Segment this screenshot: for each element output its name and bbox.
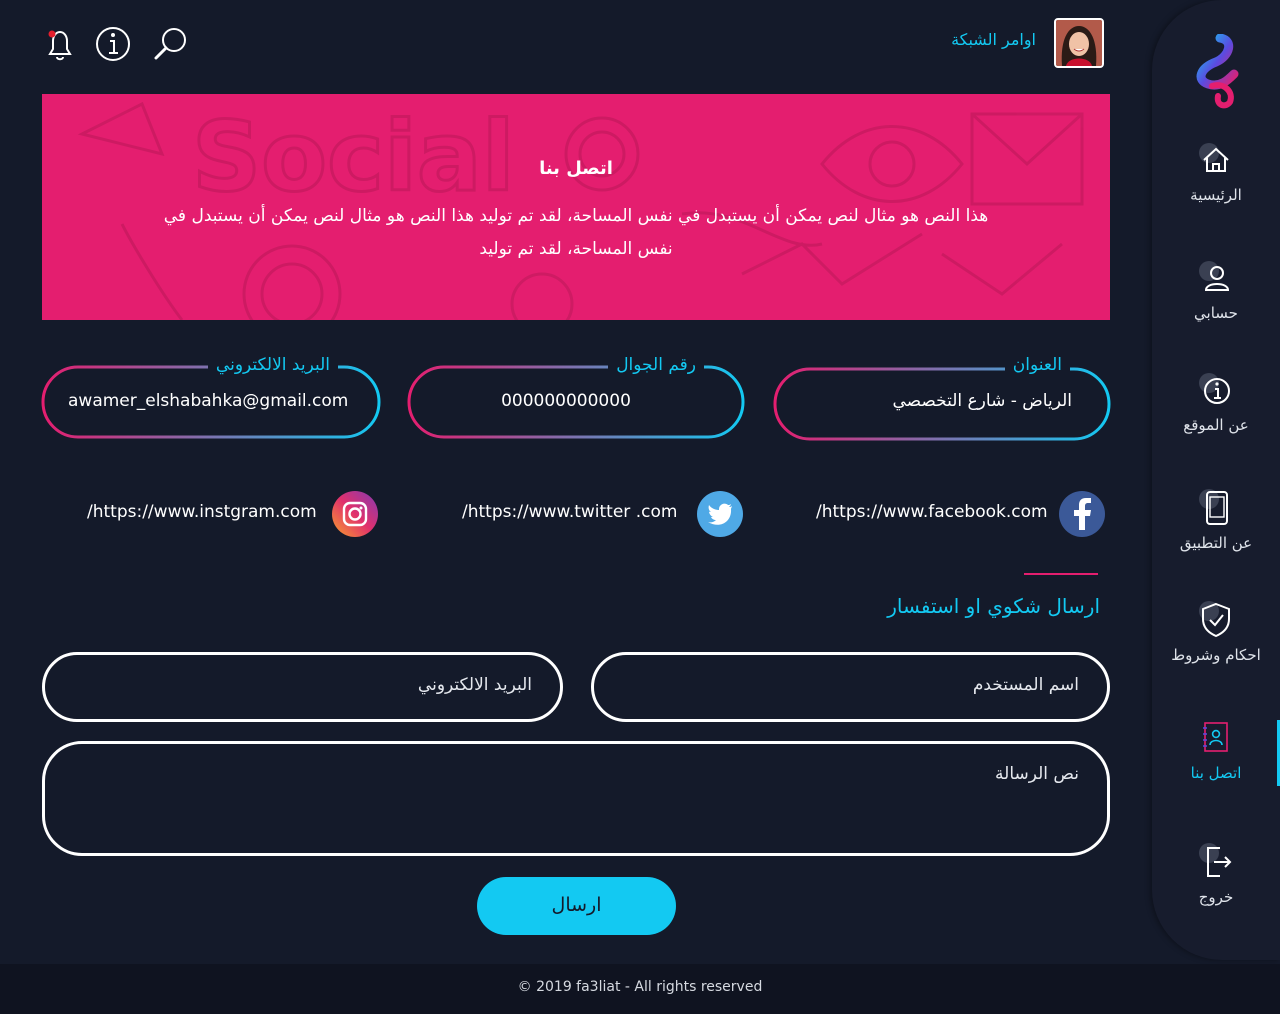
email-label: البريد الالكتروني <box>207 355 338 375</box>
avatar[interactable] <box>1054 18 1104 68</box>
send-button[interactable]: ارسال <box>477 877 676 935</box>
sidebar-item-logout[interactable]: خروج <box>1152 842 1280 906</box>
banner-text: هذا النص هو مثال لنص يمكن أن يستبدل في ن… <box>163 206 989 259</box>
mobile-icon <box>1199 489 1228 525</box>
username-field[interactable]: اسم المستخدم <box>591 652 1110 722</box>
sidebar-item-home[interactable]: الرئيسية <box>1152 140 1280 204</box>
sidebar-item-about-app[interactable]: عن التطبيق <box>1152 488 1280 552</box>
facebook-link[interactable]: /https://www.facebook.com <box>816 502 1048 522</box>
sidebar: الرئيسية حسابي عن الموقع عن التطبيق احكا… <box>1152 0 1280 960</box>
home-icon <box>1199 143 1229 172</box>
sidebar-item-account[interactable]: حسابي <box>1152 258 1280 322</box>
contact-book-icon <box>1203 722 1228 752</box>
twitter-link[interactable]: /https://www.twitter .com <box>462 502 677 522</box>
email-placeholder: البريد الالكتروني <box>417 675 532 695</box>
instagram-link[interactable]: /https://www.instgram.com <box>87 502 317 522</box>
twitter-icon <box>697 491 743 537</box>
sidebar-item-label: الرئيسية <box>1190 186 1242 204</box>
info-icon <box>1199 373 1230 404</box>
sidebar-item-label: حسابي <box>1194 304 1238 322</box>
message-placeholder: نص الرسالة <box>995 764 1079 784</box>
user-icon <box>1199 261 1230 291</box>
phone-value: 000000000000 <box>501 391 631 411</box>
footer: © 2019 fa3liat - All rights reserved <box>0 964 1280 1014</box>
shield-check-icon <box>1199 601 1230 638</box>
address-field: العنوان الرياض - شارع التخصصي <box>772 355 1112 445</box>
message-field[interactable]: نص الرسالة <box>42 741 1110 856</box>
svg-text:Social: Social <box>192 101 515 213</box>
email-input[interactable]: البريد الالكتروني <box>42 652 563 722</box>
social-instagram[interactable]: /https://www.instgram.com <box>80 490 380 540</box>
search-icon[interactable] <box>152 24 192 64</box>
logout-icon <box>1199 843 1232 877</box>
sidebar-item-terms[interactable]: احكام وشروط <box>1152 600 1280 664</box>
notification-bell-icon[interactable] <box>40 24 80 64</box>
form-title: ارسال شكوي او استفسار <box>887 594 1100 618</box>
instagram-icon <box>332 491 378 537</box>
address-label: العنوان <box>1004 355 1070 375</box>
sidebar-item-label: احكام وشروط <box>1171 646 1261 664</box>
username-placeholder: اسم المستخدم <box>972 675 1079 695</box>
info-icon[interactable] <box>93 24 133 64</box>
social-facebook[interactable]: /https://www.facebook.com <box>780 490 1110 540</box>
sidebar-item-label: اتصل بنا <box>1190 764 1242 782</box>
notification-dot <box>48 30 56 38</box>
username[interactable]: اوامر الشبكة <box>900 30 1036 49</box>
sidebar-item-label: عن التطبيق <box>1179 534 1253 552</box>
sidebar-item-about-site[interactable]: عن الموقع <box>1152 370 1280 434</box>
avatar-image <box>1056 20 1102 66</box>
app-logo <box>1196 34 1239 109</box>
address-value: الرياض - شارع التخصصي <box>892 391 1072 411</box>
phone-field: رقم الجوال 000000000000 <box>406 355 746 445</box>
sidebar-item-label: خروج <box>1198 888 1234 906</box>
section-divider <box>1024 573 1098 575</box>
facebook-icon <box>1059 491 1105 537</box>
social-twitter[interactable]: /https://www.twitter .com <box>440 490 750 540</box>
email-value: awamer_elshabahka@gmail.com <box>68 391 349 411</box>
banner-title: اتصل بنا <box>539 158 613 179</box>
sidebar-item-contact[interactable]: اتصل بنا <box>1152 718 1280 782</box>
phone-label: رقم الجوال <box>608 355 704 375</box>
banner: Social اتصل بنا هذا النص هو مثال لنص يمك… <box>42 94 1110 320</box>
copyright-text: © 2019 fa3liat - All rights reserved <box>517 979 763 995</box>
sidebar-item-label: عن الموقع <box>1183 416 1249 434</box>
email-field: البريد الالكتروني awamer_elshabahka@gmai… <box>40 355 381 445</box>
